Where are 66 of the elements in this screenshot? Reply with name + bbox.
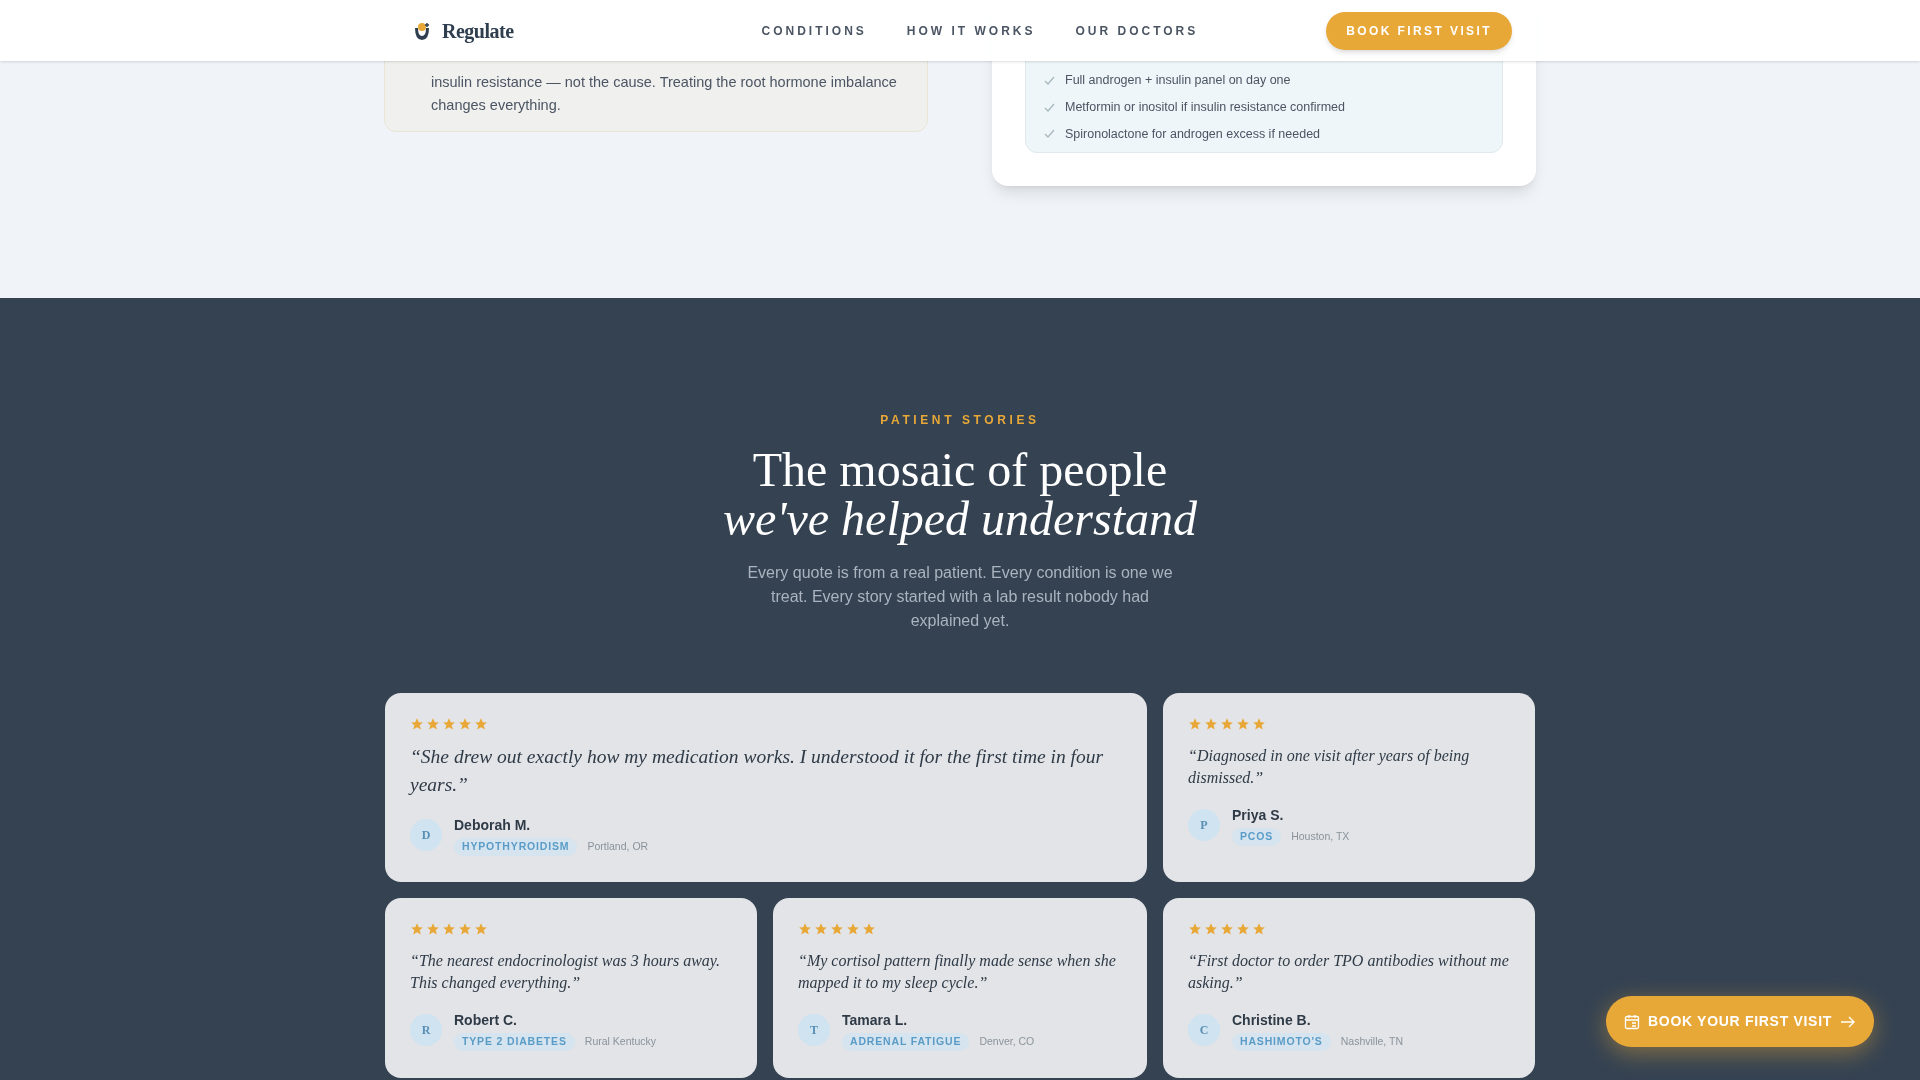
calendar-icon	[1624, 1013, 1640, 1030]
check-icon	[1044, 102, 1055, 112]
star-icon	[474, 717, 488, 731]
condition-tag: TYPE 2 DIABETES	[454, 1033, 575, 1051]
nav-link[interactable]: HOW IT WORKS	[906, 21, 1036, 40]
star-icon	[1236, 717, 1250, 731]
star-icon	[1220, 717, 1234, 731]
patient-name: Priya S.	[1232, 806, 1285, 825]
testimonial-quote: “Diagnosed in one visit after years of being dismissed.”	[1188, 746, 1471, 788]
section-intro: Every quote is from a real patient. Every condition is one we treat. Every story started with a lab result nobody had explained yet.	[746, 563, 1174, 631]
star-icon	[426, 717, 440, 731]
patient-location: Rural Kentucky	[584, 1034, 656, 1049]
patient-name: Robert C.	[454, 1011, 518, 1030]
patient-location: Nashville, TN	[1340, 1034, 1403, 1049]
brand-name[interactable]: Regulate	[442, 15, 514, 46]
plan-item: Full androgen + insulin panel on day one	[1065, 72, 1291, 89]
star-icon	[1188, 717, 1202, 731]
star-icon	[458, 717, 472, 731]
avatar: D	[410, 819, 442, 852]
patient-name: Christine B.	[1232, 1011, 1312, 1030]
star-icon	[1204, 922, 1218, 936]
star-icon	[846, 922, 860, 936]
testimonial-quote: “My cortisol pattern finally made sense when she mapped it to my sleep cycle.”	[798, 951, 1117, 994]
star-icon	[1236, 922, 1250, 936]
testimonial-quote: “First doctor to order TPO antibodies without me asking.”	[1188, 951, 1510, 994]
section-eyebrow: PATIENT STORIES	[880, 412, 1040, 429]
nav-link[interactable]: OUR DOCTORS	[1075, 21, 1199, 40]
nav-link[interactable]: CONDITIONS	[761, 21, 867, 40]
avatar: R	[410, 1014, 442, 1047]
star-icon	[426, 922, 440, 936]
testimonial-quote: “She drew out exactly how my medication works. I understood it for the first time in four years.”	[410, 745, 1105, 797]
section-title: The mosaic of people	[751, 445, 1169, 494]
condition-tag: HYPOTHYROIDISM	[454, 838, 578, 856]
star-icon	[1204, 717, 1218, 731]
star-icon	[1220, 922, 1234, 936]
star-icon	[798, 922, 812, 936]
avatar: P	[1188, 809, 1220, 842]
insight-text: insulin resistance — not the cause. Treating the root hormone imbalance changes everything.	[431, 73, 897, 115]
testimonial-quote: “The nearest endocrinologist was 3 hours away. This changed everything.”	[410, 951, 722, 994]
condition-tag: HASHIMOTO'S	[1232, 1033, 1331, 1051]
condition-tag: ADRENAL FATIGUE	[842, 1033, 970, 1051]
arrow-right-icon	[1840, 1014, 1856, 1029]
star-icon	[458, 922, 472, 936]
patient-name: Tamara L.	[842, 1011, 909, 1030]
star-icon	[830, 922, 844, 936]
star-icon	[442, 717, 456, 731]
star-icon	[862, 922, 876, 936]
patient-location: Houston, TX	[1291, 829, 1350, 844]
patient-name: Deborah M.	[454, 816, 532, 835]
check-icon	[1044, 75, 1055, 85]
patient-location: Denver, CO	[979, 1034, 1035, 1049]
star-icon	[474, 922, 488, 936]
star-icon	[1252, 717, 1266, 731]
star-icon	[814, 922, 828, 936]
star-icon	[1252, 922, 1266, 936]
plan-item: Metformin or inositol if insulin resistance confirmed	[1065, 98, 1345, 116]
avatar: T	[798, 1014, 830, 1047]
avatar: C	[1188, 1014, 1220, 1047]
check-icon	[1044, 129, 1055, 139]
star-icon	[410, 717, 424, 731]
patient-location: Portland, OR	[587, 839, 649, 854]
plan-item: Spironolactone for androgen excess if needed	[1065, 125, 1321, 143]
star-icon	[1188, 922, 1202, 936]
condition-tag: PCOS	[1232, 828, 1282, 846]
star-icon	[442, 922, 456, 936]
star-icon	[410, 922, 424, 936]
